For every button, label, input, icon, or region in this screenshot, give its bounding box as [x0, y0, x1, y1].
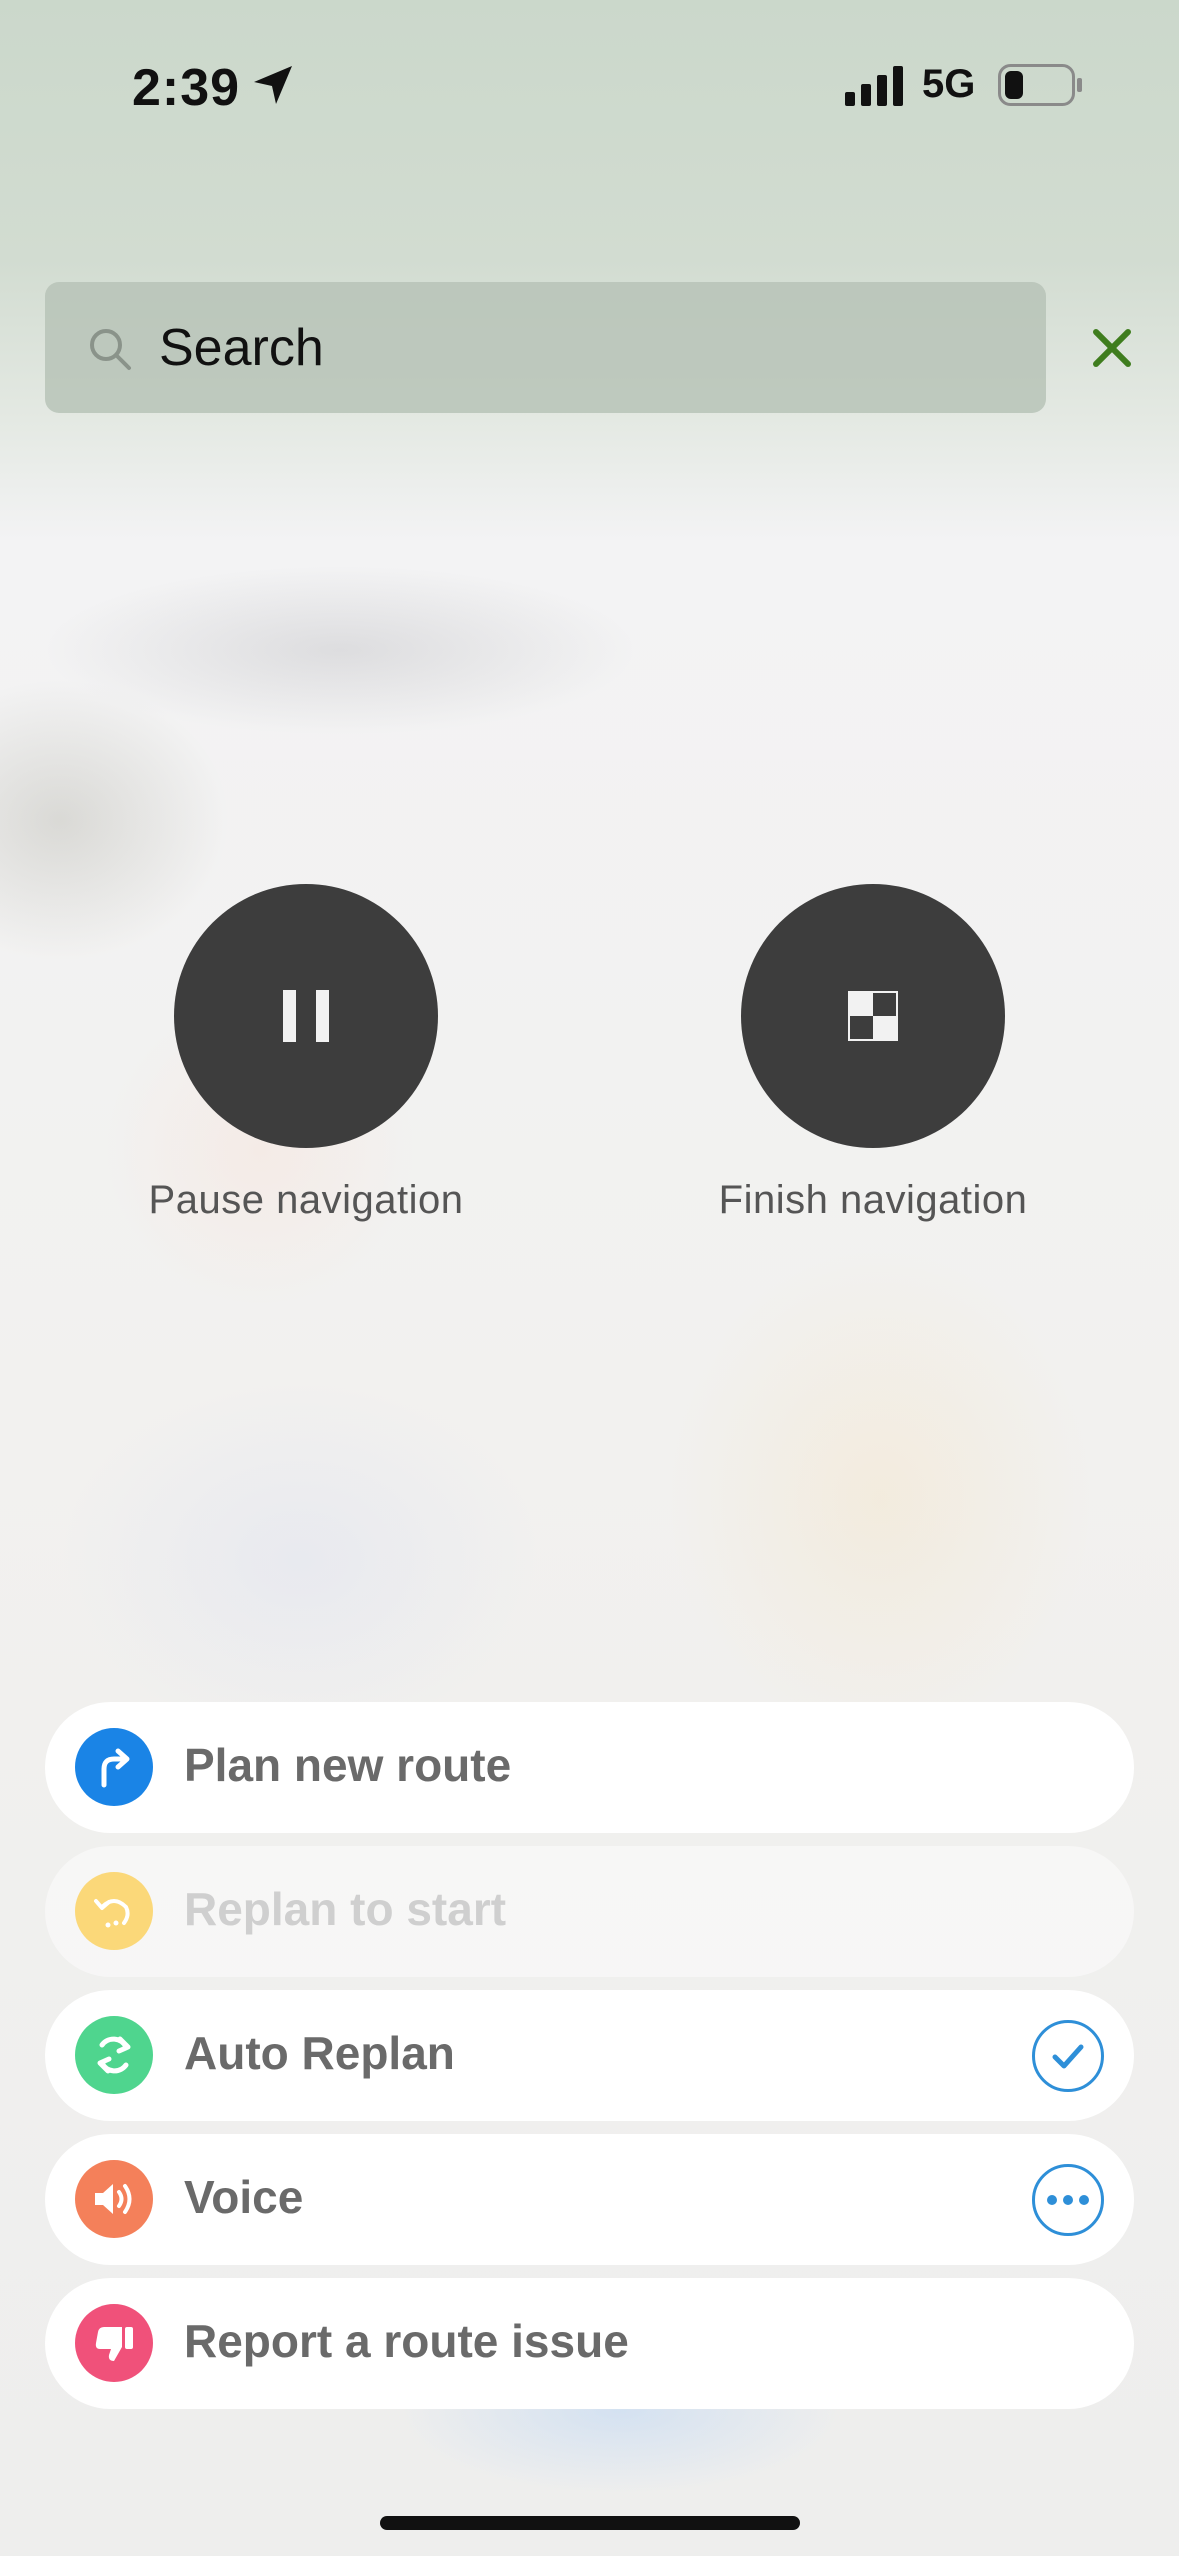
voice-label: Voice: [184, 2171, 304, 2223]
replan-to-start-label: Replan to start: [184, 1883, 507, 1935]
status-time: 2:39: [132, 59, 241, 117]
report-route-issue-label: Report a route issue: [184, 2315, 629, 2367]
finish-navigation-control: Finish navigation: [663, 884, 1083, 1223]
auto-replan-label: Auto Replan: [184, 2027, 455, 2079]
replan-back-icon: [75, 1872, 153, 1950]
checkered-flag-icon: [848, 991, 898, 1041]
search-icon: [90, 329, 131, 370]
turn-right-icon: [75, 1728, 153, 1806]
pause-navigation-label: Pause navigation: [148, 1178, 464, 1222]
thumbs-down-icon: [75, 2304, 153, 2382]
close-button[interactable]: [1086, 318, 1138, 378]
refresh-icon: [75, 2016, 153, 2094]
search-input[interactable]: Search: [45, 282, 1046, 413]
checkmark-icon: [1052, 2044, 1084, 2069]
finish-navigation-button[interactable]: [741, 884, 1005, 1148]
finish-navigation-label: Finish navigation: [718, 1178, 1028, 1222]
voice-button[interactable]: Voice: [45, 2134, 1134, 2265]
network-type: 5G: [922, 62, 976, 106]
battery-icon: [998, 64, 1082, 106]
auto-replan-button[interactable]: Auto Replan: [45, 1990, 1134, 2121]
pause-navigation-control: Pause navigation: [96, 884, 516, 1223]
voice-options-button[interactable]: [1032, 2164, 1104, 2236]
auto-replan-checkbox[interactable]: [1032, 2020, 1104, 2092]
close-icon: [1093, 329, 1131, 367]
plan-new-route-label: Plan new route: [184, 1739, 512, 1791]
cellular-signal-icon: [845, 66, 903, 106]
report-route-issue-button[interactable]: Report a route issue: [45, 2278, 1134, 2409]
more-icon: [1047, 2195, 1089, 2205]
location-arrow-icon: [254, 66, 292, 104]
pause-navigation-button[interactable]: [174, 884, 438, 1148]
pause-icon: [283, 990, 329, 1042]
replan-to-start-button[interactable]: Replan to start: [45, 1846, 1134, 1977]
search-placeholder: Search: [159, 319, 324, 377]
plan-new-route-button[interactable]: Plan new route: [45, 1702, 1134, 1833]
status-bar: 2:39 5G: [0, 0, 1179, 170]
speaker-icon: [75, 2160, 153, 2238]
home-indicator[interactable]: [380, 2516, 800, 2530]
